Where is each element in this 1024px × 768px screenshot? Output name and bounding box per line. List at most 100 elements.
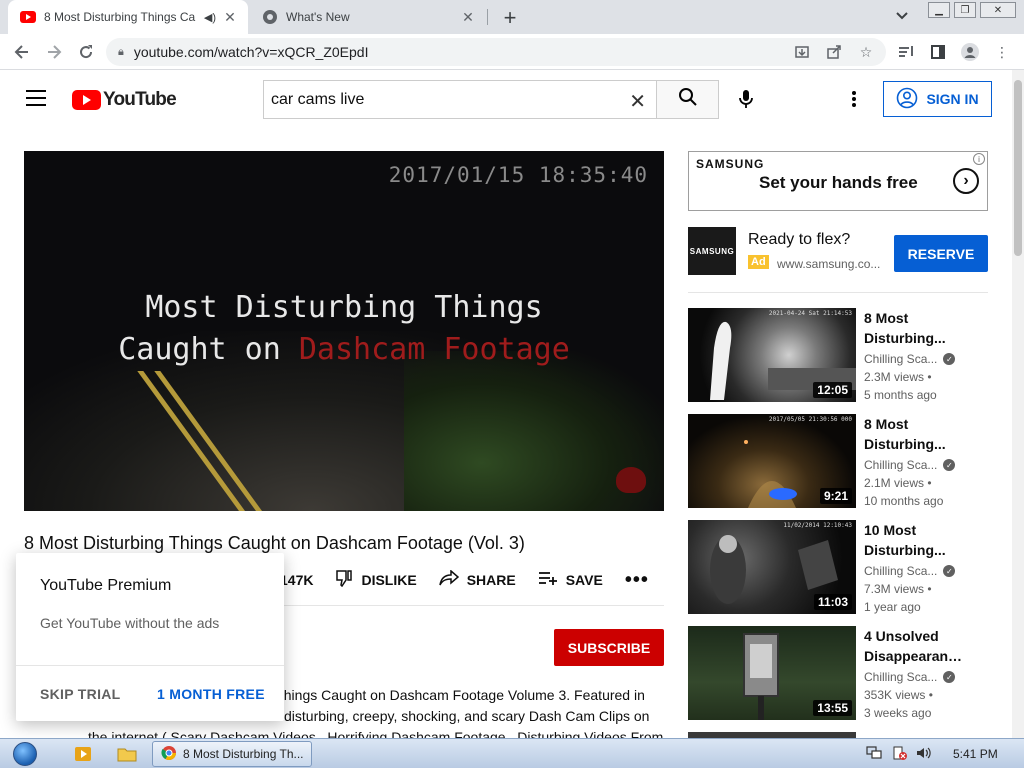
skip-trial-button[interactable]: SKIP TRIAL [40,686,121,702]
scrollbar-thumb[interactable] [1014,80,1022,256]
channel-name[interactable]: Chilling Sca... ✓ [864,564,956,578]
channel-name[interactable]: Chilling Sca... ✓ [864,458,956,472]
page-scrollbar[interactable] [1012,70,1024,738]
upload-age: 10 months ago [864,494,944,508]
profile-icon[interactable] [960,42,980,62]
bookmark-star-icon[interactable]: ☆ [856,42,876,62]
reserve-button[interactable]: RESERVE [894,235,988,272]
windows-taskbar: 8 Most Disturbing Th... 5:41 PM [0,738,1024,768]
title-line: 4 Unsolved [864,628,939,644]
ad-banner[interactable]: SAMSUNG Set your hands free › i [688,151,988,211]
volume-icon[interactable] [916,746,932,763]
video-thumbnail[interactable]: 11/02/2014 12:10:43 11:03 [688,520,856,614]
save-button[interactable]: SAVE [538,570,603,591]
upload-age: 1 year ago [864,600,921,614]
youtube-play-icon [72,90,101,110]
playlist-add-icon [538,570,558,591]
video-title[interactable]: 8 Most Disturbing... [864,414,964,454]
restore-icon[interactable]: ❐ [954,2,976,18]
action-center-icon[interactable] [892,746,908,763]
install-app-icon[interactable] [792,42,812,62]
windows-start-icon[interactable] [6,740,44,768]
video-thumbnail[interactable]: 2021-04-24 Sat 21:14:53 12:05 [688,308,856,402]
forward-icon[interactable] [42,40,66,64]
verified-check-icon: ✓ [943,353,956,365]
chrome-taskbar-icon [161,745,177,764]
thumbs-down-icon [335,569,353,592]
new-tab-icon[interactable]: + [498,5,522,31]
reload-icon[interactable] [74,40,98,64]
tab-title: 8 Most Disturbing Things Ca [44,10,196,24]
settings-menu-icon[interactable] [845,88,863,110]
file-explorer-icon[interactable] [116,742,138,766]
channel-label: Chilling Sca... [864,670,938,684]
channel-name[interactable]: Chilling Sca... ✓ [864,352,956,366]
share-page-icon[interactable] [824,42,844,62]
close-tab-icon[interactable]: ✕ [458,9,478,26]
tab-search-chevron-icon[interactable] [896,9,908,23]
more-actions-icon[interactable]: ••• [625,569,649,592]
channel-name[interactable]: Chilling Sca... ✓ [864,670,956,684]
hamburger-menu-icon[interactable] [26,90,46,111]
subscribe-button[interactable]: SUBSCRIBE [554,629,664,666]
recommended-video[interactable]: 2017/05/05 21:30:56 000 9:21 8 Most Dist… [688,414,1012,508]
browser-menu-icon[interactable]: ⋮ [992,42,1012,62]
channel-label: Chilling Sca... [864,564,938,578]
account-icon [896,87,918,112]
youtube-header: YouTube car cams live ✕ SIGN IN [0,70,1012,128]
microphone-icon[interactable] [733,86,759,112]
share-button[interactable]: SHARE [438,568,516,591]
back-icon[interactable] [10,40,34,64]
search-button[interactable] [656,80,719,119]
recommended-video[interactable]: 2021-04-24 Sat 21:14:53 12:05 8 Most Dis… [688,308,1012,402]
minimize-icon[interactable]: ▁ [928,2,950,18]
video-thumbnail[interactable]: 2017/05/05 21:30:56 000 9:21 [688,414,856,508]
video-title[interactable]: 4 Unsolved Disappearanc... [864,626,964,666]
overlay-line-2-white: Caught on [118,332,281,367]
video-player[interactable]: 2017/01/15 18:35:40 Most Disturbing Thin… [24,151,664,511]
title-line: 8 Most [864,416,909,432]
address-bar[interactable]: 🔒︎ youtube.com/watch?v=xQCR_Z0EpdI [106,38,886,66]
save-label: SAVE [565,572,603,588]
recommended-video[interactable]: 13:55 4 Unsolved Disappearanc... Chillin… [688,626,1012,720]
video-overlay-title: Most Disturbing Things Caught on Dashcam… [24,287,664,371]
verified-check-icon: ✓ [943,459,956,471]
youtube-logo[interactable]: YouTube [72,89,177,111]
tab-strip: 8 Most Disturbing Things Ca ◀) ✕ What's … [0,0,1024,34]
view-count: 353K views • [864,688,933,702]
like-count: 147K [280,572,314,588]
overlay-line-2-red: Dashcam Footage [298,332,570,367]
ad-info-icon[interactable]: i [973,153,985,165]
tab-youtube[interactable]: 8 Most Disturbing Things Ca ◀) ✕ [8,0,248,34]
youtube-wordmark: YouTube [103,89,177,110]
taskbar-clock[interactable]: 5:41 PM [953,747,998,761]
chrome-favicon-icon [262,9,278,25]
chevron-right-icon[interactable]: › [953,168,979,194]
like-button[interactable]: 147K [280,572,313,588]
taskbar-chrome-task[interactable]: 8 Most Disturbing Th... [152,741,312,767]
video-thumbnail[interactable]: 13:55 [688,626,856,720]
video-title[interactable]: 10 Most Disturbing... [864,520,964,560]
description-line: ng Things Caught on Dashcam Footage Volu… [256,687,645,703]
sign-in-button[interactable]: SIGN IN [883,81,992,117]
one-month-free-button[interactable]: 1 MONTH FREE [157,686,265,702]
video-title[interactable]: 8 Most Disturbing... [864,308,964,348]
media-player-icon[interactable] [72,742,94,766]
close-window-icon[interactable]: ✕ [980,2,1016,18]
clear-search-icon[interactable]: ✕ [629,89,646,114]
network-icon[interactable] [866,746,882,763]
media-control-icon[interactable] [896,42,916,62]
side-panel-icon[interactable] [928,42,948,62]
upload-age: 3 weeks ago [864,706,932,720]
recommended-video[interactable]: 11/02/2014 12:10:43 11:03 10 Most Distur… [688,520,1012,614]
close-tab-icon[interactable]: ✕ [220,9,240,26]
overlay-line-1: Most Disturbing Things [145,290,543,325]
dislike-button[interactable]: DISLIKE [335,569,417,592]
ad-badge: Ad [748,255,769,269]
tab-whats-new[interactable]: What's New ✕ [250,0,486,34]
overlay-line-2: Caught on Dashcam Footage [24,329,664,371]
lock-icon[interactable]: 🔒︎ [118,46,124,59]
speaker-icon[interactable]: ◀) [204,11,216,24]
search-input[interactable]: car cams live ✕ [263,80,656,119]
ad-card[interactable]: SAMSUNG Ready to flex? Ad www.samsung.co… [688,227,988,279]
